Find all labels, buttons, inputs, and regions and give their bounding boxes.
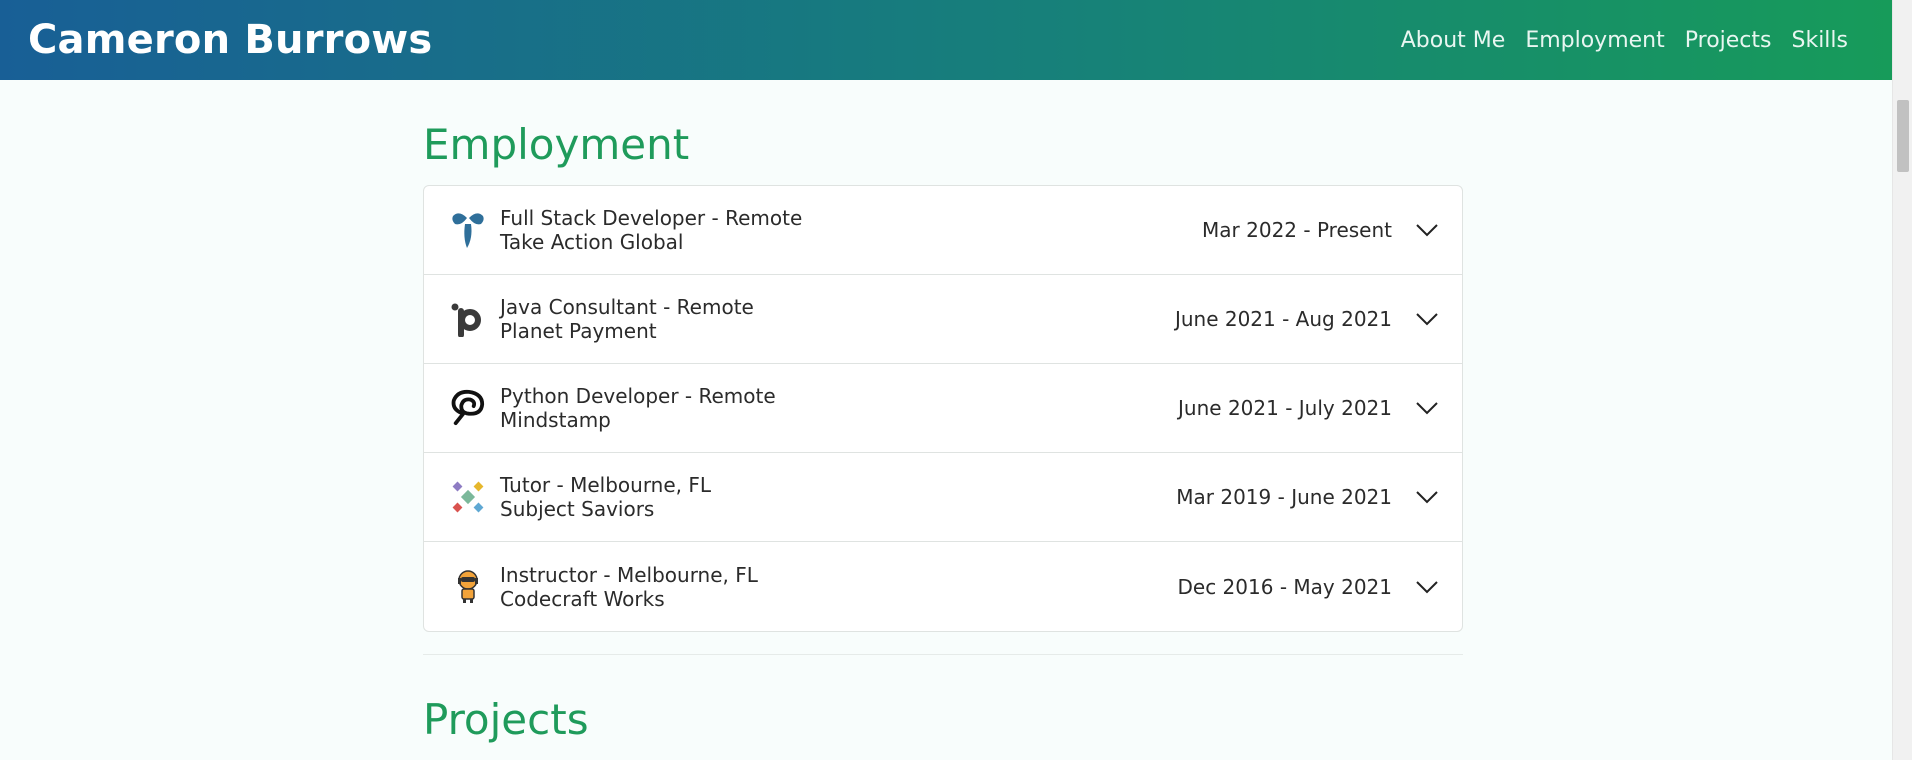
- scrollbar-thumb[interactable]: [1897, 100, 1909, 172]
- main-content: Employment Full Stack Developer - Remote…: [423, 80, 1463, 760]
- take-action-global-logo-icon: [450, 212, 486, 248]
- job-dates: June 2021 - Aug 2021: [1174, 307, 1392, 331]
- job-company: Codecraft Works: [500, 586, 665, 611]
- projects-heading: Projects: [423, 695, 589, 744]
- page: Cameron Burrows About Me Employment Proj…: [0, 0, 1912, 760]
- main-nav: About Me Employment Projects Skills: [1401, 28, 1848, 53]
- site-header: Cameron Burrows About Me Employment Proj…: [0, 0, 1892, 80]
- job-item-take-action-global[interactable]: Full Stack Developer - Remote Take Actio…: [424, 186, 1462, 275]
- nav-skills[interactable]: Skills: [1791, 28, 1848, 53]
- job-title: Tutor - Melbourne, FL: [500, 473, 712, 497]
- job-company: Mindstamp: [500, 408, 611, 432]
- job-title: Instructor - Melbourne, FL: [500, 562, 758, 587]
- job-company: Planet Payment: [500, 319, 657, 343]
- chevron-down-icon[interactable]: [1416, 219, 1438, 241]
- job-item-subject-saviors[interactable]: Tutor - Melbourne, FL Subject Saviors Ma…: [424, 453, 1462, 542]
- employment-heading: Employment: [423, 120, 690, 169]
- nav-projects[interactable]: Projects: [1685, 28, 1772, 53]
- brand-link[interactable]: Cameron Burrows: [28, 17, 432, 63]
- job-dates: Mar 2022 - Present: [1202, 218, 1392, 242]
- chevron-down-icon[interactable]: [1416, 308, 1438, 330]
- mindstamp-logo-icon: [450, 389, 486, 426]
- chevron-down-icon[interactable]: [1416, 397, 1438, 419]
- section-divider: [423, 654, 1463, 655]
- job-dates: Mar 2019 - June 2021: [1176, 485, 1392, 509]
- job-text: Python Developer - Remote Mindstamp: [500, 384, 1178, 432]
- job-text: Java Consultant - Remote Planet Payment: [500, 295, 1175, 343]
- job-text: Instructor - Melbourne, FL Codecraft Wor…: [500, 563, 1178, 611]
- employment-accordion: Full Stack Developer - Remote Take Actio…: [423, 185, 1463, 632]
- planet-payment-logo-icon: [450, 301, 486, 337]
- nav-about-me[interactable]: About Me: [1401, 28, 1506, 53]
- job-text: Full Stack Developer - Remote Take Actio…: [500, 206, 1202, 254]
- job-dates: June 2021 - July 2021: [1178, 396, 1392, 420]
- job-item-codecraft-works[interactable]: Instructor - Melbourne, FL Codecraft Wor…: [424, 542, 1462, 631]
- job-item-planet-payment[interactable]: Java Consultant - Remote Planet Payment …: [424, 275, 1462, 364]
- chevron-down-icon[interactable]: [1416, 576, 1438, 598]
- job-text: Tutor - Melbourne, FL Subject Saviors: [500, 473, 1176, 521]
- page-scrollbar[interactable]: [1892, 0, 1912, 760]
- job-item-mindstamp[interactable]: Python Developer - Remote Mindstamp June…: [424, 364, 1462, 453]
- job-title: Python Developer - Remote: [500, 384, 776, 408]
- job-company: Take Action Global: [500, 230, 684, 254]
- subject-saviors-logo-icon: [450, 479, 486, 515]
- job-dates: Dec 2016 - May 2021: [1177, 574, 1393, 599]
- nav-employment[interactable]: Employment: [1525, 28, 1664, 53]
- chevron-down-icon[interactable]: [1416, 486, 1438, 508]
- job-company: Subject Saviors: [500, 497, 655, 521]
- job-title: Java Consultant - Remote: [500, 295, 754, 319]
- job-title: Full Stack Developer - Remote: [500, 206, 803, 230]
- codecraft-works-logo-icon: [450, 569, 486, 605]
